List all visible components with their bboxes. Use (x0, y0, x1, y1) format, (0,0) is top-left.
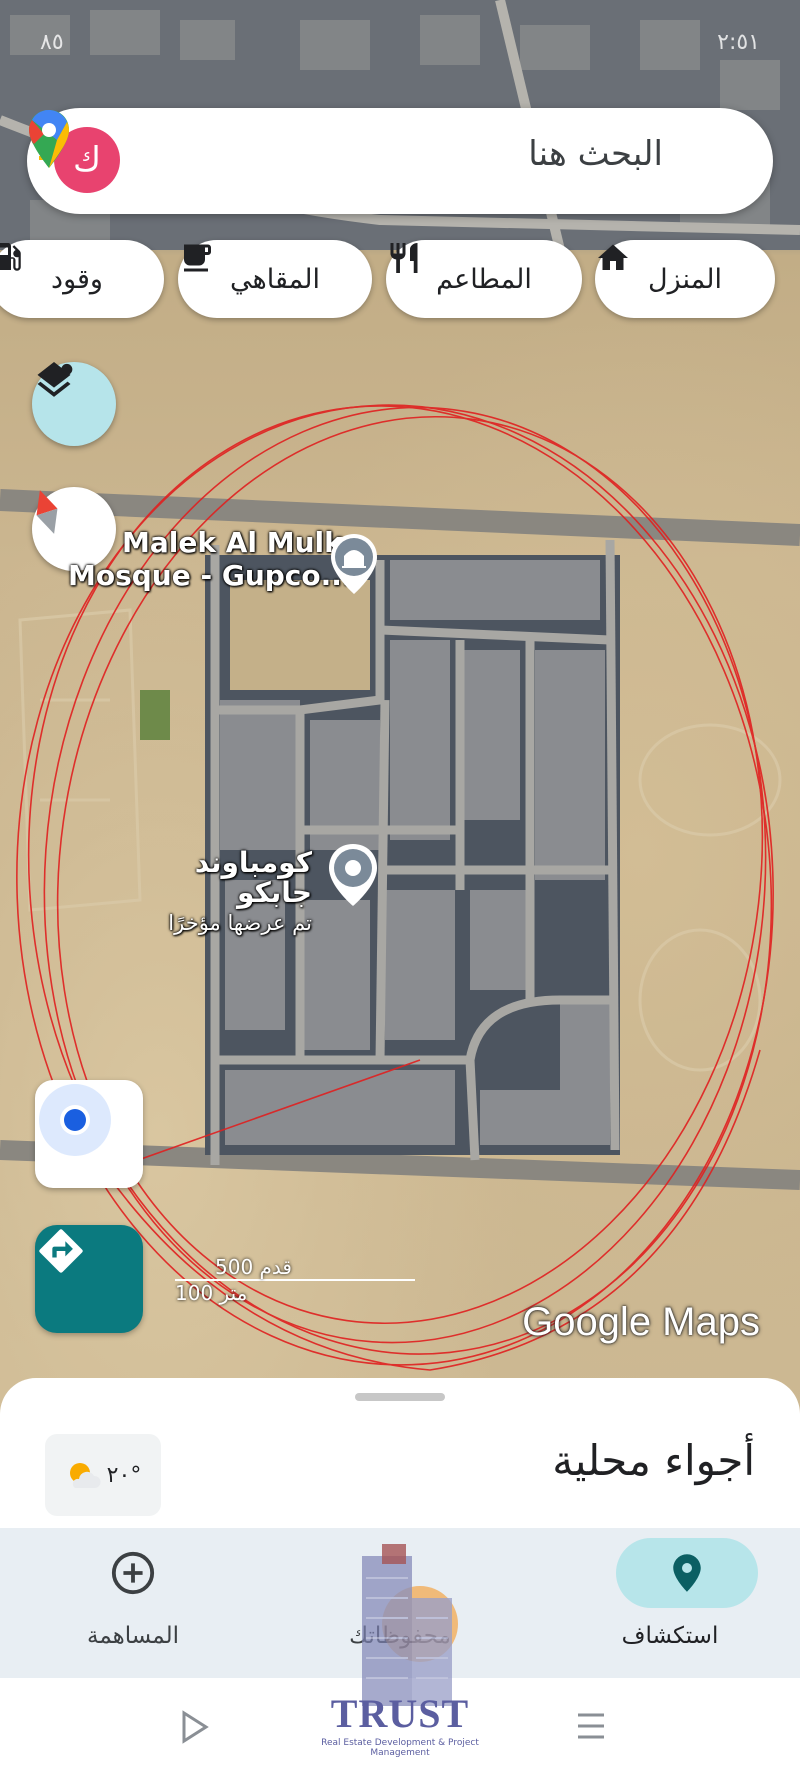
chip-cafes[interactable]: المقاهي (178, 240, 372, 318)
sheet-title: أجواء محلية (552, 1436, 755, 1485)
search-bar[interactable]: ك البحث هنا (27, 108, 773, 214)
bottom-sheet[interactable]: أجواء محلية ٢٠° (0, 1378, 800, 1530)
search-input[interactable]: البحث هنا (528, 134, 663, 174)
satellite-map[interactable]: ٨٥ ٢:٥١ ك البحث هنا المنزل المطاعم المقا… (0, 0, 800, 1420)
chip-home[interactable]: المنزل (595, 240, 775, 318)
place-label-mosque[interactable]: Malek Al Mulk Mosque - Gupco... (68, 526, 353, 592)
my-location-button[interactable] (35, 1080, 143, 1188)
status-bar: ٨٥ ٢:٥١ (40, 30, 760, 66)
chip-gas[interactable]: وقود (0, 240, 164, 318)
bottom-navigation: استكشاف محفوظاتك المساهمة (0, 1528, 800, 1678)
chip-home-label: المنزل (648, 263, 722, 295)
recent-apps-icon[interactable] (576, 1712, 606, 1740)
watermark-title: TRUST (330, 1691, 470, 1736)
weather-chip[interactable]: ٢٠° (45, 1434, 161, 1516)
layers-icon (37, 362, 73, 397)
back-icon[interactable] (180, 1710, 210, 1744)
place-name-compound: كومباوند جابكو (194, 846, 312, 909)
nav-saved[interactable]: محفوظاتك (300, 1528, 500, 1678)
clock: ٢:٥١ (717, 30, 760, 55)
map-scale: 500 قدم 100 متر (175, 1255, 415, 1305)
home-icon (598, 244, 628, 270)
recent-pin-icon[interactable] (326, 842, 380, 908)
directions-button[interactable] (35, 1225, 143, 1333)
restaurant-icon (390, 243, 418, 273)
battery-level: ٨٥ (40, 30, 64, 55)
add-circle-icon (111, 1551, 155, 1595)
chip-cafes-label: المقاهي (230, 263, 320, 295)
sheet-drag-handle[interactable] (355, 1393, 445, 1401)
nav-saved-label: محفوظاتك (349, 1623, 451, 1649)
watermark-subtitle: Real Estate Development & Project Manage… (321, 1738, 479, 1758)
nav-explore[interactable]: استكشاف (570, 1528, 770, 1678)
my-location-icon (39, 1084, 111, 1156)
nav-contribute-label: المساهمة (87, 1623, 179, 1649)
scale-feet: 500 قدم (175, 1255, 415, 1281)
chip-restaurants[interactable]: المطاعم (386, 240, 582, 318)
nav-contribute[interactable]: المساهمة (33, 1528, 233, 1678)
nav-explore-label: استكشاف (621, 1623, 719, 1649)
location-pin-icon (673, 1554, 701, 1592)
place-name-mosque-1: Malek Al Mulk (122, 526, 343, 559)
layers-button[interactable] (32, 362, 116, 446)
google-maps-attribution: Google Maps (522, 1300, 760, 1344)
compass-icon (36, 490, 58, 534)
scale-meters: 100 متر (175, 1281, 248, 1305)
partly-cloudy-icon (69, 1463, 101, 1488)
weather-temp: ٢٠° (106, 1462, 142, 1488)
nav-explore-pill (616, 1538, 758, 1608)
place-name-mosque-2: Mosque - Gupco... (68, 559, 353, 592)
place-label-compound[interactable]: كومباوند جابكو تم عرضها مؤخرًا (142, 848, 312, 938)
chip-restaurants-label: المطاعم (436, 263, 532, 295)
directions-icon (39, 1229, 83, 1273)
place-recent-note: تم عرضها مؤخرًا (168, 911, 312, 935)
gas-station-icon (0, 243, 21, 271)
google-maps-pin-icon (29, 110, 69, 168)
coffee-icon (184, 244, 211, 272)
chip-gas-label: وقود (51, 263, 103, 295)
mosque-pin-icon[interactable] (328, 532, 380, 596)
